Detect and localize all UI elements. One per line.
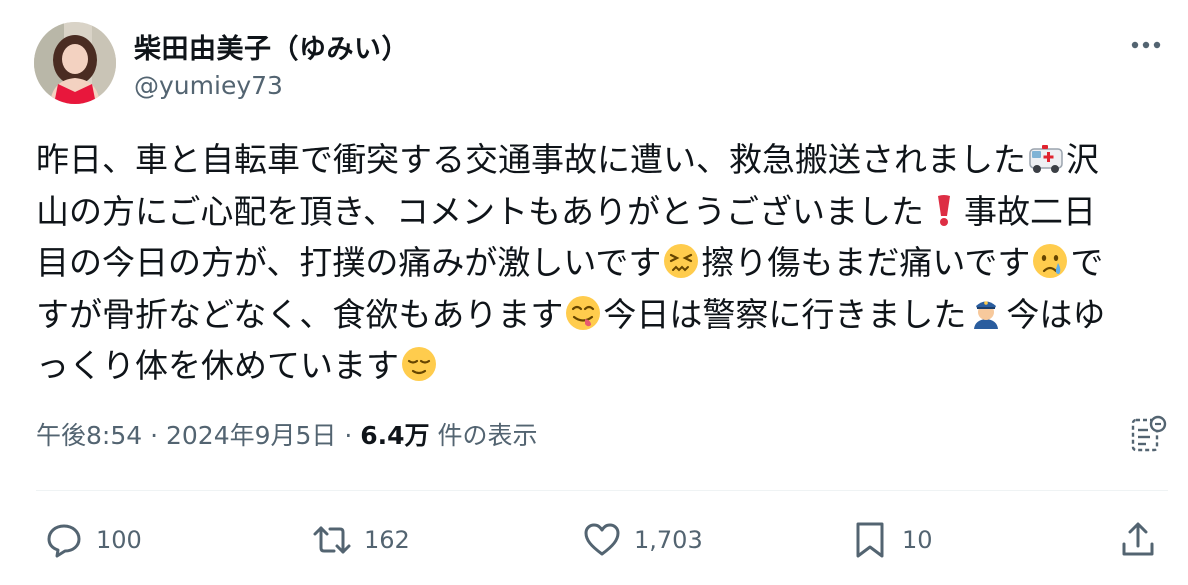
bookmark-count: 10 xyxy=(902,526,933,554)
tweet-meta: 午後8:54 · 2024年9月5日 · 6.4万 件の表示 xyxy=(36,416,538,452)
avatar[interactable] xyxy=(34,22,116,104)
tweet-text-segment: 沢 xyxy=(1066,140,1099,179)
reply-button[interactable]: 100 xyxy=(44,512,142,568)
crying-face-icon xyxy=(1033,244,1068,278)
tweet-text-segment: 今はゆ xyxy=(1006,294,1106,334)
relieved-face-icon xyxy=(402,347,436,381)
bookmark-button[interactable]: 10 xyxy=(850,512,933,568)
view-count-label: 件の表示 xyxy=(429,421,538,450)
author-name[interactable]: 柴田由美子（ゆみい） xyxy=(134,27,409,66)
post-analytics-icon[interactable] xyxy=(1130,414,1168,454)
action-bar: 100 162 1,703 10 xyxy=(0,512,1188,568)
exclamation-mark-icon xyxy=(938,194,951,226)
share-button[interactable] xyxy=(1118,512,1158,568)
tweet-text-segment: 擦り傷もまだ痛いです xyxy=(701,243,1031,282)
tweet-text-segment: で xyxy=(1070,243,1104,282)
tweet-text-segment: っくり体を休めています xyxy=(36,346,399,385)
timestamp-time[interactable]: 午後8:54 xyxy=(36,421,142,450)
ambulance-icon xyxy=(1029,145,1063,173)
tweet-line: 昨日、車と自転車で衝突する交通事故に遭い、救急搬送されました 沢 xyxy=(36,134,1156,186)
police-officer-icon xyxy=(974,300,999,329)
reply-count: 100 xyxy=(96,526,142,554)
like-button[interactable]: 1,703 xyxy=(582,512,703,568)
meta-separator: · xyxy=(336,421,361,450)
tweet-line: 目の今日の方が、打撲の痛みが激しいです 擦り傷もまだ痛いです で xyxy=(36,237,1156,289)
tweet-text: 昨日、車と自転車で衝突する交通事故に遭い、救急搬送されました 沢 山の方にご心配… xyxy=(36,134,1156,392)
heart-icon xyxy=(584,523,620,556)
repost-button[interactable]: 162 xyxy=(312,512,410,568)
tweet-text-segment: 山の方にご心配を頂き、コメントもありがとうございました xyxy=(36,191,925,231)
bookmark-icon xyxy=(856,522,884,558)
more-options-icon[interactable] xyxy=(1124,30,1168,60)
timestamp-date[interactable]: 2024年9月5日 xyxy=(166,421,336,450)
tweet-text-segment: 今日は警察に行きました xyxy=(603,294,967,334)
like-count: 1,703 xyxy=(634,526,703,554)
tweet-text-segment: 事故二日 xyxy=(964,191,1097,231)
author-handle[interactable]: @yumiey73 xyxy=(134,71,283,100)
tweet-text-segment: 昨日、車と自転車で衝突する交通事故に遭い、救急搬送されました xyxy=(36,140,1026,179)
confounded-face-icon xyxy=(664,244,699,278)
face-savoring-food-icon xyxy=(566,295,601,330)
tweet-line: すが骨折などなく、食欲もあります 今日は警察に行きました 今はゆ xyxy=(36,289,1156,341)
tweet-line: っくり体を休めています xyxy=(36,340,1156,392)
reply-icon xyxy=(47,524,81,558)
tweet-text-segment: すが骨折などなく、食欲もあります xyxy=(36,294,564,334)
repost-count: 162 xyxy=(364,526,410,554)
view-count: 6.4万 xyxy=(360,421,430,450)
meta-separator: · xyxy=(142,421,166,450)
tweet-card: 柴田由美子（ゆみい） @yumiey73 昨日、車と自転車で衝突する交通事故に遭… xyxy=(0,0,1188,585)
share-icon xyxy=(1122,522,1154,556)
tweet-text-segment: 目の今日の方が、打撲の痛みが激しいです xyxy=(36,243,662,282)
tweet-line: 山の方にご心配を頂き、コメントもありがとうございました 事故二日 xyxy=(36,186,1156,238)
divider xyxy=(36,490,1168,491)
repost-icon xyxy=(313,526,351,554)
